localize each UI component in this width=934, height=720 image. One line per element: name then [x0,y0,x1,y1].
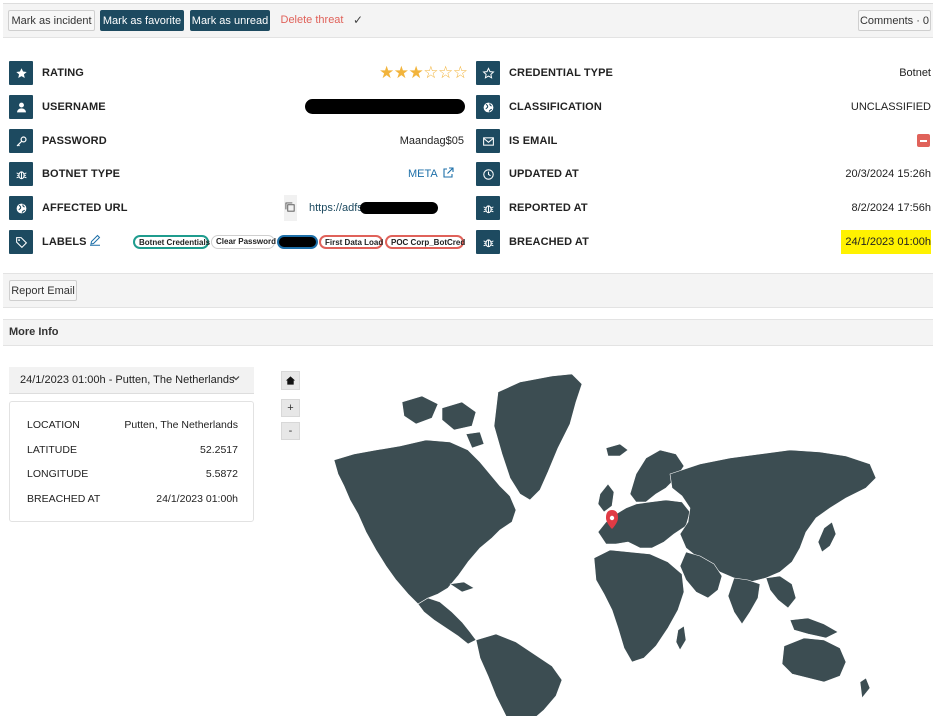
copy-icon[interactable] [285,202,296,213]
redacted-username [305,99,465,114]
latitude-key: LATITUDE [27,444,77,456]
breach-location-select[interactable]: 24/1/2023 01:00h - Putten, The Netherlan… [9,367,254,394]
map-region [817,521,837,553]
breached-at-label: BREACHED AT [509,236,589,248]
affected-url-link[interactable]: https://adfs. [309,202,366,214]
star-icon [9,61,33,85]
bug-icon [476,196,500,220]
password-label: PASSWORD [42,135,107,147]
star-empty-icon[interactable]: ☆ [438,63,453,82]
user-icon [9,95,33,119]
zoom-out-button[interactable]: - [281,422,300,440]
delete-threat-button[interactable]: Delete threat [278,10,346,31]
redacted-url [360,202,438,214]
globe-icon [476,95,500,119]
labels-label: LABELS [42,236,87,248]
map-region [475,633,563,716]
checkmark-icon[interactable]: ✓ [353,10,367,31]
copy-button[interactable] [284,195,297,221]
is-email-label: IS EMAIL [509,135,558,147]
action-toolbar: Mark as incident Mark as favorite Mark a… [3,3,933,38]
label-chip[interactable]: POC Corp_BotCred [385,235,465,249]
mark-as-favorite-button[interactable]: Mark as favorite [100,10,184,31]
longitude-key: LONGITUDE [27,468,89,480]
star-empty-icon[interactable]: ☆ [453,63,468,82]
breach-location-select-value: 24/1/2023 01:00h - Putten, The Netherlan… [20,374,235,386]
map-region [441,401,477,431]
map-region [789,617,839,639]
map-region [593,549,685,663]
rating-stars[interactable]: ★★★☆☆☆ [379,63,468,83]
tag-icon [9,230,33,254]
comments-button[interactable]: Comments · 0 [858,10,931,31]
breached-at-key: BREACHED AT [27,493,101,505]
home-icon[interactable] [285,375,296,386]
mark-as-unread-button[interactable]: Mark as unread [190,10,270,31]
location-details-card: LOCATION Putten, The Netherlands LATITUD… [9,401,254,522]
star-empty-icon[interactable]: ☆ [423,63,438,82]
map-region [449,581,475,593]
botnet-type-link[interactable]: META [408,168,438,180]
report-email-bar: Report Email [3,273,933,308]
clock-icon [476,162,500,186]
bug-icon [9,162,33,186]
latitude-value: 52.2517 [200,444,238,456]
location-key: LOCATION [27,419,80,431]
map-region [493,373,583,501]
chevron-down-icon[interactable] [231,373,241,383]
star-filled-icon[interactable]: ★ [379,63,394,82]
credential-type-label: CREDENTIAL TYPE [509,67,613,79]
label-chip[interactable]: Botnet Credentials [133,235,210,249]
map-region [859,677,871,699]
more-info-header: More Info [3,319,933,346]
updated-at-value: 20/3/2024 15:26h [845,168,931,180]
location-value: Putten, The Netherlands [124,419,238,431]
label-chip[interactable]: Clear Password [211,235,276,249]
mark-as-incident-button[interactable]: Mark as incident [8,10,95,31]
map-region [465,431,485,449]
star-filled-icon[interactable]: ★ [409,63,424,82]
classification-value: UNCLASSIFIED [850,101,931,113]
classification-label: CLASSIFICATION [509,101,602,113]
more-info-title: More Info [9,326,59,338]
world-map[interactable] [330,362,878,716]
reported-at-label: REPORTED AT [509,202,588,214]
reported-at-value: 8/2/2024 17:56h [851,202,931,214]
star-outline-icon [476,61,500,85]
minus-badge-icon [917,134,930,147]
bug-icon [476,230,500,254]
breached-at-value: 24/1/2023 01:00h [845,236,931,248]
rating-label: RATING [42,67,84,79]
map-region [765,575,797,609]
affected-url-label: AFFECTED URL [42,202,128,214]
label-chip[interactable]: First Data Load [319,235,383,249]
map-home-button[interactable] [281,371,300,390]
star-filled-icon[interactable]: ★ [394,63,409,82]
edit-pencil-icon[interactable] [89,234,102,247]
botnet-type-label: BOTNET TYPE [42,168,121,180]
globe-icon [9,196,33,220]
zoom-in-button[interactable]: + [281,399,300,417]
password-value: Maandag$05 [399,135,464,147]
credential-type-value: Botnet [899,67,931,79]
username-label: USERNAME [42,101,106,113]
map-region [401,395,439,425]
map-region [605,443,629,457]
updated-at-label: UPDATED AT [509,168,579,180]
map-region [727,577,761,625]
map-region [417,597,477,645]
map-region [333,439,517,605]
breached-at-detail-value: 24/1/2023 01:00h [156,493,238,505]
external-link-icon[interactable] [442,167,454,179]
longitude-value: 5.5872 [205,468,238,480]
label-chip-redacted[interactable] [277,235,318,249]
map-region [597,483,615,513]
map-region [781,637,847,683]
map-region [675,625,687,651]
report-email-button[interactable]: Report Email [9,280,77,301]
envelope-icon [476,129,500,153]
key-icon [9,129,33,153]
